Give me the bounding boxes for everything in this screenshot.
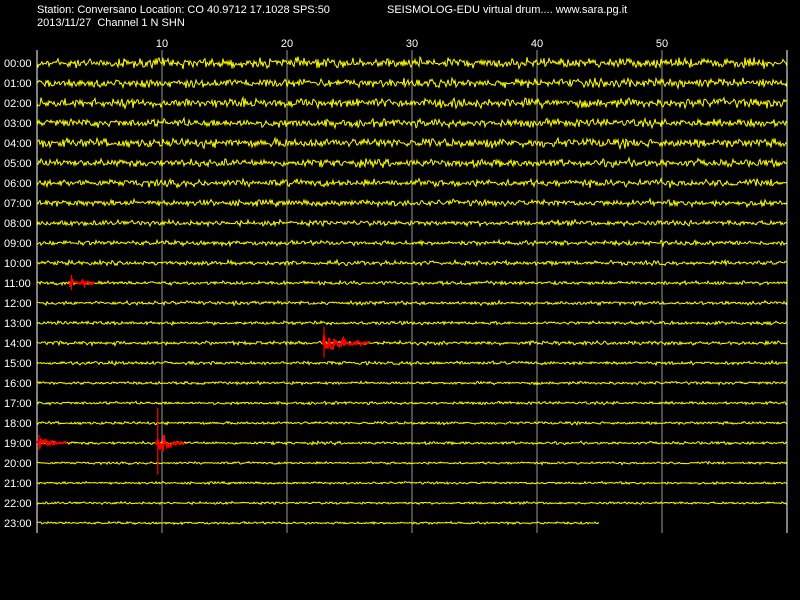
hour-label: 00:00 [4,58,32,70]
x-tick-label: 50 [656,38,668,50]
event-14:00 [321,335,370,350]
hour-label: 07:00 [4,198,32,210]
hour-label: 18:00 [4,418,32,430]
x-tick-label: 10 [156,38,168,50]
hour-label: 11:00 [4,278,31,290]
x-tick-label: 30 [406,38,418,50]
hour-label: 22:00 [4,498,32,510]
x-tick-label: 20 [281,38,293,50]
event-19:00 [36,436,68,450]
hour-label: 09:00 [4,238,32,250]
seismogram-drum: 10 20 30 40 50 00:00 01:00 02:00 03:00 04:00 05:00… [4,38,788,533]
hour-label: 05:00 [4,158,32,170]
hour-label: 04:00 [4,138,32,150]
hour-label: 20:00 [4,458,32,470]
event-11:00 [68,277,95,289]
hour-label: 19:00 [4,438,32,450]
hour-label: 16:00 [4,378,32,390]
hour-label: 02:00 [4,98,32,110]
x-tick-label: 40 [531,38,543,50]
hour-label: 12:00 [4,298,32,310]
hour-label: 17:00 [4,398,32,410]
hour-label: 21:00 [4,478,32,490]
hour-label: 03:00 [4,118,32,130]
hour-label: 15:00 [4,358,32,370]
hour-label: 01:00 [4,78,32,90]
hour-label: 14:00 [4,338,32,350]
hour-label: 08:00 [4,218,32,230]
hour-label: 10:00 [4,258,32,270]
hour-label: 13:00 [4,318,32,330]
hour-label: 06:00 [4,178,32,190]
trace-23:00 [36,520,600,526]
hour-label: 23:00 [4,518,32,530]
